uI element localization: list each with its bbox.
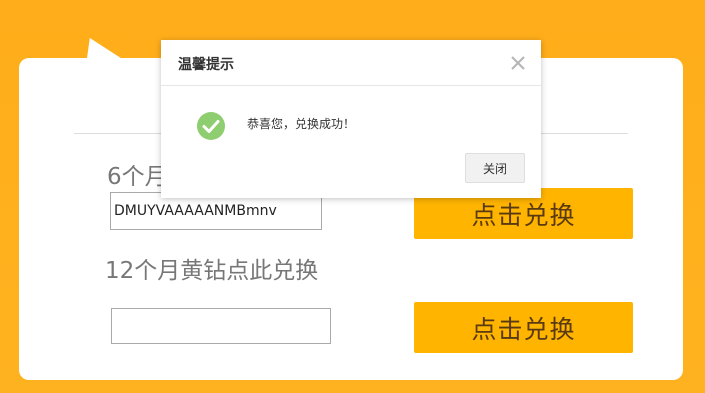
dialog-close-button[interactable]: 关闭	[465, 153, 525, 183]
dialog-message: 恭喜您，兑换成功！	[247, 117, 356, 131]
dialog-title: 温馨提示	[178, 57, 234, 73]
offer-12-month-label: 12个月黄钻点此兑换	[105, 258, 319, 284]
success-check-icon	[196, 111, 226, 141]
offer-12-month-code-input[interactable]	[111, 308, 331, 344]
dialog-body: 恭喜您，兑换成功！ 关闭	[161, 86, 541, 198]
offer-12-month-redeem-button[interactable]: 点击兑换	[414, 302, 633, 353]
close-icon[interactable]	[507, 52, 529, 74]
dialog-header: 温馨提示	[161, 40, 541, 86]
notice-dialog: 温馨提示 恭喜您，兑换成功！ 关闭	[161, 40, 541, 198]
